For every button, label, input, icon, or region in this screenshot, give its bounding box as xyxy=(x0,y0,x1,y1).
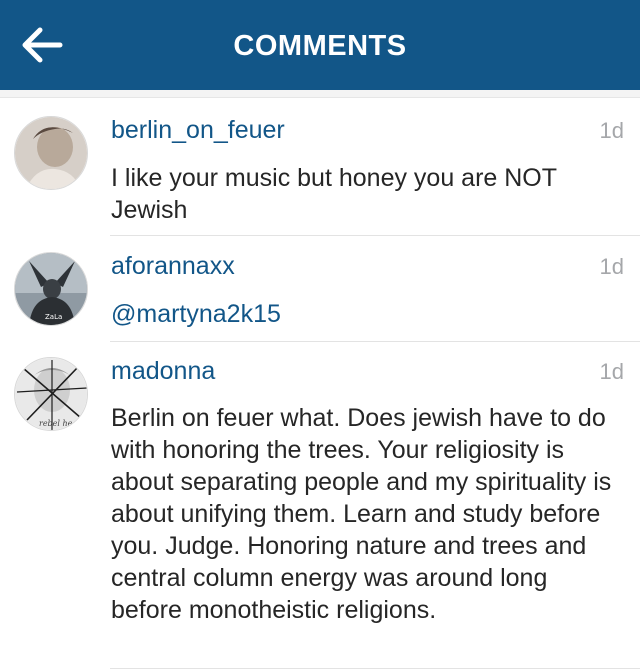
comment-username[interactable]: aforannaxx xyxy=(111,252,235,281)
header-divider xyxy=(0,90,640,98)
svg-text:ZaLa: ZaLa xyxy=(45,313,62,321)
comment-username[interactable]: madonna xyxy=(111,357,215,386)
comment-text: I like your music but honey you are NOT … xyxy=(111,164,557,224)
comment-item: berlin_on_feuer 1d I like your music but… xyxy=(0,99,640,236)
comment-timestamp: 1d xyxy=(599,359,624,384)
avatar[interactable]: rebel heart xyxy=(14,357,88,431)
top-bar: COMMENTS xyxy=(0,0,640,90)
comment-text: Berlin on feuer what. Does jewish have t… xyxy=(111,404,612,624)
comment-username[interactable]: berlin_on_feuer xyxy=(111,116,285,145)
comment-timestamp: 1d xyxy=(599,118,624,143)
comment-timestamp: 1d xyxy=(599,254,624,279)
comment-mention-link[interactable]: @martyna2k15 xyxy=(111,298,623,330)
avatar[interactable]: ZaLa xyxy=(14,252,88,326)
comment-item: rebel heart madonna 1d Berlin on feuer w… xyxy=(0,342,640,672)
svg-text:rebel heart: rebel heart xyxy=(39,419,85,428)
avatar[interactable] xyxy=(14,116,88,190)
comment-item: ZaLa aforannaxx 1d @martyna2k15 xyxy=(0,236,640,342)
comment-divider xyxy=(110,668,640,669)
page-title: COMMENTS xyxy=(233,30,407,62)
